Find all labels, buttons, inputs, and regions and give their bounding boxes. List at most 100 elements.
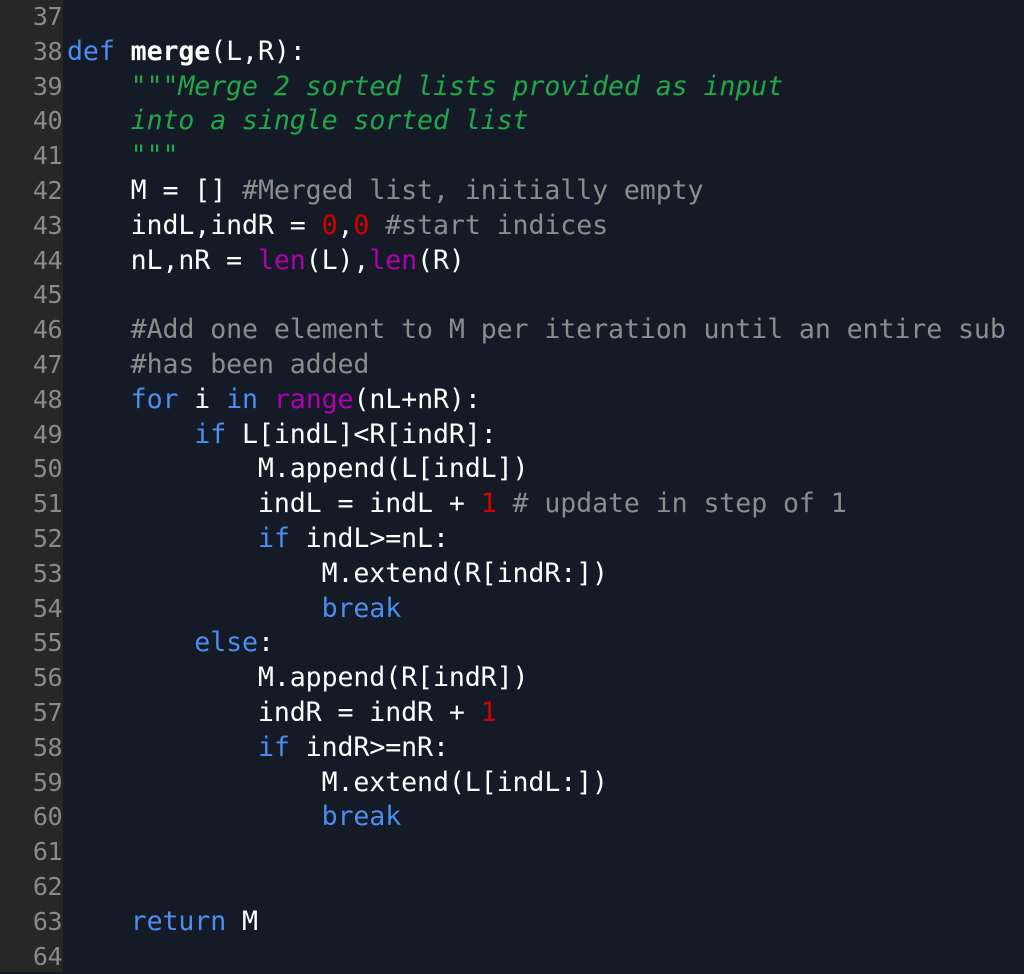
code-text-area[interactable]: def merge(L,R): """Merge 2 sorted lists … <box>63 0 1024 972</box>
line-number: 37 <box>32 2 63 31</box>
code-line[interactable]: into a single sorted list <box>63 104 1024 139</box>
line-number: 45 <box>32 280 63 310</box>
line-number: 46 <box>32 315 63 345</box>
code-line[interactable]: return M <box>63 905 1024 940</box>
keyword-token: for <box>130 383 179 415</box>
code-line[interactable]: break <box>63 592 1024 627</box>
code-line[interactable] <box>63 940 1024 972</box>
code-text: (L), <box>305 244 370 276</box>
code-line[interactable]: break <box>63 800 1024 835</box>
builtin-token: len <box>369 244 418 276</box>
line-number: 39 <box>32 71 63 101</box>
code-line[interactable]: indL,indR = 0,0 #start indices <box>63 209 1024 244</box>
code-text: nL,nR = <box>67 244 258 276</box>
line-number: 63 <box>32 906 63 936</box>
code-line[interactable]: M.append(R[indR]) <box>63 661 1024 696</box>
code-text: : <box>257 627 274 659</box>
code-line[interactable]: #Add one element to M per iteration unti… <box>63 313 1024 348</box>
line-number: 43 <box>32 210 63 240</box>
comment-token: # update in step of 1 <box>512 488 847 520</box>
keyword-token: def <box>67 35 115 67</box>
comment-token: #has been added <box>130 348 370 380</box>
code-line[interactable] <box>63 870 1024 905</box>
docstring-token: into a single sorted list <box>130 105 529 137</box>
code-line[interactable]: indL = indL + 1 # update in step of 1 <box>63 487 1024 522</box>
code-line[interactable] <box>63 0 1024 35</box>
line-number: 55 <box>32 628 63 658</box>
code-line[interactable]: if indR>=nR: <box>63 731 1024 766</box>
keyword-token: return <box>130 905 227 937</box>
code-line[interactable]: M.extend(R[indR:]) <box>63 557 1024 592</box>
builtin-token: range <box>273 383 354 415</box>
line-number: 54 <box>32 593 63 623</box>
code-text: indL,indR = <box>67 209 322 241</box>
code-line[interactable]: if indL>=nL: <box>63 522 1024 557</box>
line-number: 41 <box>32 141 63 171</box>
code-text: M = [] <box>67 174 243 206</box>
code-line[interactable]: M.append(L[indL]) <box>63 452 1024 487</box>
comment-token: #Add one element to M per iteration unti… <box>130 314 1006 346</box>
code-line[interactable]: M.extend(L[indL:]) <box>63 766 1024 801</box>
code-line[interactable]: """Merge 2 sorted lists provided as inpu… <box>63 70 1024 105</box>
code-text: M.extend(R[indR:]) <box>67 557 609 589</box>
function-name-token: merge <box>130 35 211 67</box>
line-number-gutter: 37 38 39 40 41 42 43 44 45 46 47 48 49 50 51 52 53 54 55 56… <box>0 0 63 972</box>
line-number: 40 <box>32 106 63 136</box>
code-line[interactable]: for i in range(nL+nR): <box>63 383 1024 418</box>
line-number: 60 <box>32 802 63 832</box>
code-text: (nL+nR): <box>353 383 481 415</box>
line-number: 52 <box>32 523 63 553</box>
line-number: 48 <box>32 384 63 414</box>
code-text: indL = indL + <box>67 488 481 520</box>
keyword-token: if <box>194 418 227 450</box>
keyword-token: break <box>321 592 402 624</box>
line-number: 58 <box>32 732 63 762</box>
line-number: 57 <box>32 697 63 727</box>
code-text: L[indL]<R[indR]: <box>226 418 497 450</box>
code-line[interactable]: if L[indL]<R[indR]: <box>63 418 1024 453</box>
code-line[interactable]: """ <box>63 139 1024 174</box>
keyword-token: else <box>194 627 258 659</box>
code-text: M.append(R[indR]) <box>67 662 529 694</box>
comment-token: #Merged list, initially empty <box>242 174 704 206</box>
line-number: 61 <box>32 837 63 867</box>
code-editor[interactable]: 37 38 39 40 41 42 43 44 45 46 47 48 49 50 51 52 53 54 55 56… <box>0 0 1024 972</box>
number-literal-token: 0 <box>353 209 370 241</box>
comment-token: #start indices <box>385 209 609 241</box>
code-text: i <box>178 383 227 415</box>
line-number: 50 <box>32 454 63 484</box>
code-line[interactable]: M = [] #Merged list, initially empty <box>63 174 1024 209</box>
line-number: 53 <box>32 558 63 588</box>
docstring-token: """ <box>130 140 179 172</box>
code-text: M.extend(L[indL:]) <box>67 766 609 798</box>
line-number: 64 <box>32 941 63 971</box>
line-number: 56 <box>32 663 63 693</box>
code-line[interactable] <box>63 835 1024 870</box>
keyword-token: in <box>226 383 258 415</box>
code-line[interactable] <box>63 278 1024 313</box>
code-line[interactable]: #has been added <box>63 348 1024 383</box>
code-line[interactable]: else: <box>63 626 1024 661</box>
code-line[interactable]: nL,nR = len(L),len(R) <box>63 244 1024 279</box>
code-text: M <box>226 905 258 937</box>
number-literal-token: 1 <box>480 696 497 728</box>
number-literal-token: 1 <box>480 488 497 520</box>
code-line[interactable]: def merge(L,R): <box>63 35 1024 70</box>
code-line[interactable]: indR = indR + 1 <box>63 696 1024 731</box>
code-text: indR>=nR: <box>289 731 449 763</box>
